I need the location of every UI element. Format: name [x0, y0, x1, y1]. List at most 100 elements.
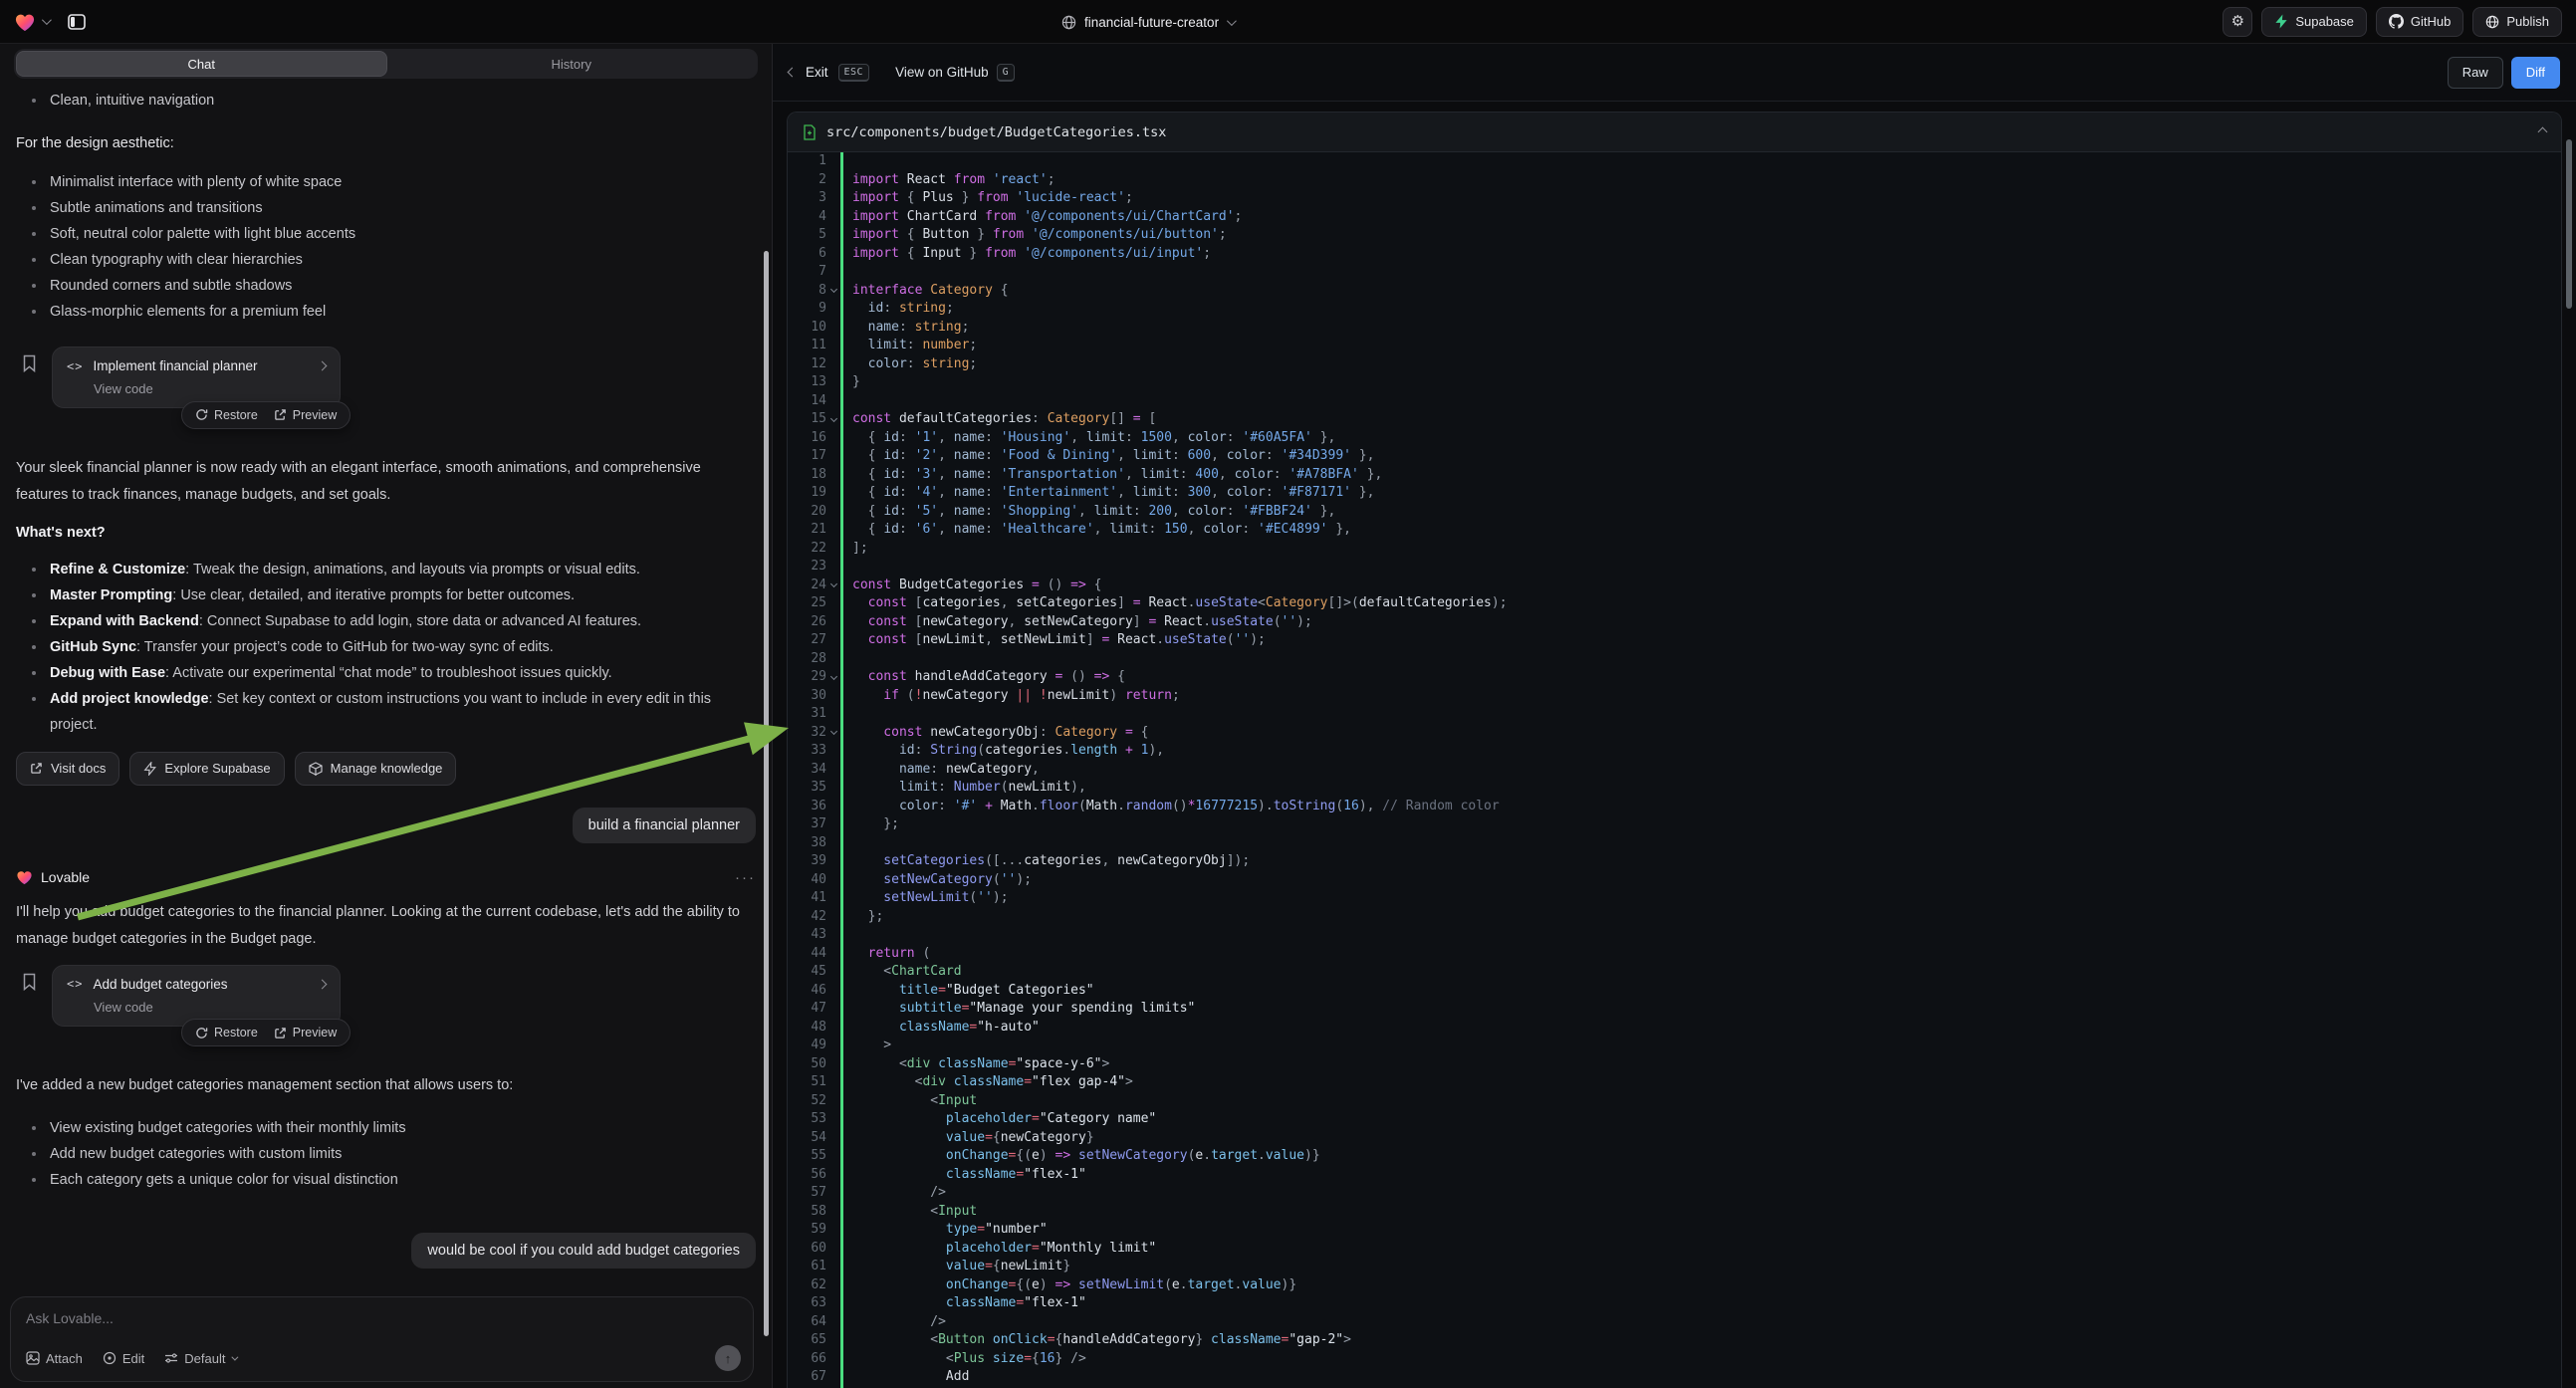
line-number: 55 — [788, 1147, 826, 1166]
assistant-message: Your sleek financial planner is now read… — [16, 455, 753, 509]
quick-actions: Visit docs Explore Supabase Manage knowl… — [16, 752, 756, 786]
tab-history[interactable]: History — [387, 51, 757, 77]
code-text — [843, 834, 860, 853]
code-text: placeholder="Category name" — [843, 1110, 1156, 1129]
chat-input[interactable]: Ask Lovable... — [26, 1310, 738, 1326]
code-text: subtitle="Manage your spending limits" — [843, 1000, 1195, 1019]
code-line: 33 id: String(categories.length + 1), — [788, 742, 2561, 761]
code-line: 40 setNewCategory(''); — [788, 871, 2561, 890]
next-step-item: Master Prompting: Use clear, detailed, a… — [16, 582, 756, 608]
diff-toggle-button[interactable]: Diff — [2511, 57, 2560, 89]
code-line: 13} — [788, 373, 2561, 392]
view-code-link[interactable]: View code — [94, 1000, 326, 1015]
code-text: { id: '2', name: 'Food & Dining', limit:… — [843, 447, 1374, 466]
code-line: 5import { Button } from '@/components/ui… — [788, 226, 2561, 245]
exit-button[interactable]: Exit — [806, 65, 828, 80]
preview-button[interactable]: Preview — [274, 408, 337, 422]
code-text: title="Budget Categories" — [843, 982, 1094, 1001]
restore-button[interactable]: Restore — [195, 1026, 258, 1040]
panel-left-icon — [68, 14, 86, 30]
line-number: 47 — [788, 1000, 826, 1019]
edit-button[interactable]: Edit — [103, 1351, 144, 1366]
line-number: 61 — [788, 1258, 826, 1276]
code-text: name: newCategory, — [843, 761, 1040, 780]
code-text: return ( — [843, 945, 930, 964]
line-number: 20 — [788, 503, 826, 522]
next-step-item: Add project knowledge: Set key context o… — [16, 686, 756, 738]
visit-docs-button[interactable]: Visit docs — [16, 752, 119, 786]
fold-chevron-icon[interactable] — [829, 286, 836, 293]
file-header[interactable]: src/components/budget/BudgetCategories.t… — [788, 113, 2561, 152]
code-text: interface Category { — [843, 282, 1009, 301]
code-text — [843, 705, 860, 724]
restore-button[interactable]: Restore — [195, 408, 258, 422]
message-menu-button[interactable]: ··· — [735, 869, 756, 886]
project-switcher[interactable]: financial-future-creator — [1061, 0, 1234, 44]
external-link-icon — [274, 408, 287, 421]
settings-button[interactable]: ⚙ — [2223, 7, 2252, 37]
attach-button[interactable]: Attach — [26, 1351, 83, 1366]
line-number: 49 — [788, 1037, 826, 1055]
code-change-card[interactable]: <> Add budget categories View code — [52, 965, 341, 1027]
code-line: 47 subtitle="Manage your spending limits… — [788, 1000, 2561, 1019]
next-step-item: Refine & Customize: Tweak the design, an… — [16, 557, 756, 582]
code-line: 21 { id: '6', name: 'Healthcare', limit:… — [788, 521, 2561, 540]
code-icon: <> — [67, 977, 83, 991]
explore-supabase-button[interactable]: Explore Supabase — [129, 752, 284, 786]
code-line: 56 className="flex-1" — [788, 1166, 2561, 1185]
send-button[interactable]: ↑ — [715, 1345, 741, 1371]
fold-chevron-icon[interactable] — [829, 728, 836, 735]
assistant-message: I'll help you add budget categories to t… — [16, 899, 753, 953]
code-text: <ChartCard — [843, 963, 962, 982]
bullet-item: Clean typography with clear hierarchies — [16, 247, 756, 273]
view-code-link[interactable]: View code — [94, 381, 326, 396]
code-text: limit: number; — [843, 337, 977, 355]
sidebar-toggle-button[interactable] — [63, 8, 91, 36]
code-text: }; — [843, 815, 899, 834]
tab-chat[interactable]: Chat — [16, 51, 387, 77]
publish-button[interactable]: Publish — [2472, 7, 2562, 37]
github-button[interactable]: GitHub — [2376, 7, 2463, 37]
supabase-button[interactable]: Supabase — [2261, 7, 2367, 37]
fold-chevron-icon[interactable] — [829, 415, 836, 422]
code-line: 59 type="number" — [788, 1221, 2561, 1240]
chat-scrollbar[interactable] — [764, 251, 769, 1336]
code-scrollbar[interactable] — [2566, 139, 2572, 309]
bookmark-icon[interactable] — [22, 354, 37, 372]
line-number: 32 — [788, 724, 826, 743]
file-added-icon — [803, 124, 817, 140]
code-text: /> — [843, 1313, 946, 1332]
code-text: > — [843, 1037, 891, 1055]
view-on-github-button[interactable]: View on GitHub G — [895, 64, 1015, 82]
mode-selector[interactable]: Default — [164, 1351, 236, 1366]
next-step-item: Debug with Ease: Activate our experiment… — [16, 660, 756, 686]
line-number: 42 — [788, 908, 826, 927]
code-text: const newCategoryObj: Category = { — [843, 724, 1148, 743]
code-text: onChange={(e) => setNewCategory(e.target… — [843, 1147, 1320, 1166]
lovable-logo-menu[interactable] — [14, 12, 49, 32]
manage-knowledge-button[interactable]: Manage knowledge — [295, 752, 457, 786]
preview-button[interactable]: Preview — [274, 1026, 337, 1040]
line-number: 40 — [788, 871, 826, 890]
line-number: 27 — [788, 631, 826, 650]
next-step-item: Expand with Backend: Connect Supabase to… — [16, 608, 756, 634]
visit-docs-label: Visit docs — [51, 761, 106, 776]
code-text — [843, 650, 860, 669]
code-text: placeholder="Monthly limit" — [843, 1240, 1156, 1259]
code-line: 41 setNewLimit(''); — [788, 889, 2561, 908]
fold-chevron-icon[interactable] — [829, 673, 836, 680]
line-number: 5 — [788, 226, 826, 245]
line-number: 52 — [788, 1092, 826, 1111]
bookmark-icon[interactable] — [22, 973, 37, 991]
fold-chevron-icon[interactable] — [829, 580, 836, 587]
scrolled-bullet-list: Clean, intuitive navigation — [16, 88, 756, 114]
code-text: import ChartCard from '@/components/ui/C… — [843, 208, 1242, 227]
code-text: id: String(categories.length + 1), — [843, 742, 1164, 761]
chevron-up-icon[interactable] — [2538, 127, 2548, 137]
code-line: 45 <ChartCard — [788, 963, 2561, 982]
line-number: 33 — [788, 742, 826, 761]
code-text: import React from 'react'; — [843, 171, 1055, 190]
raw-toggle-button[interactable]: Raw — [2448, 57, 2503, 89]
code-line: 55 onChange={(e) => setNewCategory(e.tar… — [788, 1147, 2561, 1166]
code-change-card[interactable]: <> Implement financial planner View code — [52, 347, 341, 408]
